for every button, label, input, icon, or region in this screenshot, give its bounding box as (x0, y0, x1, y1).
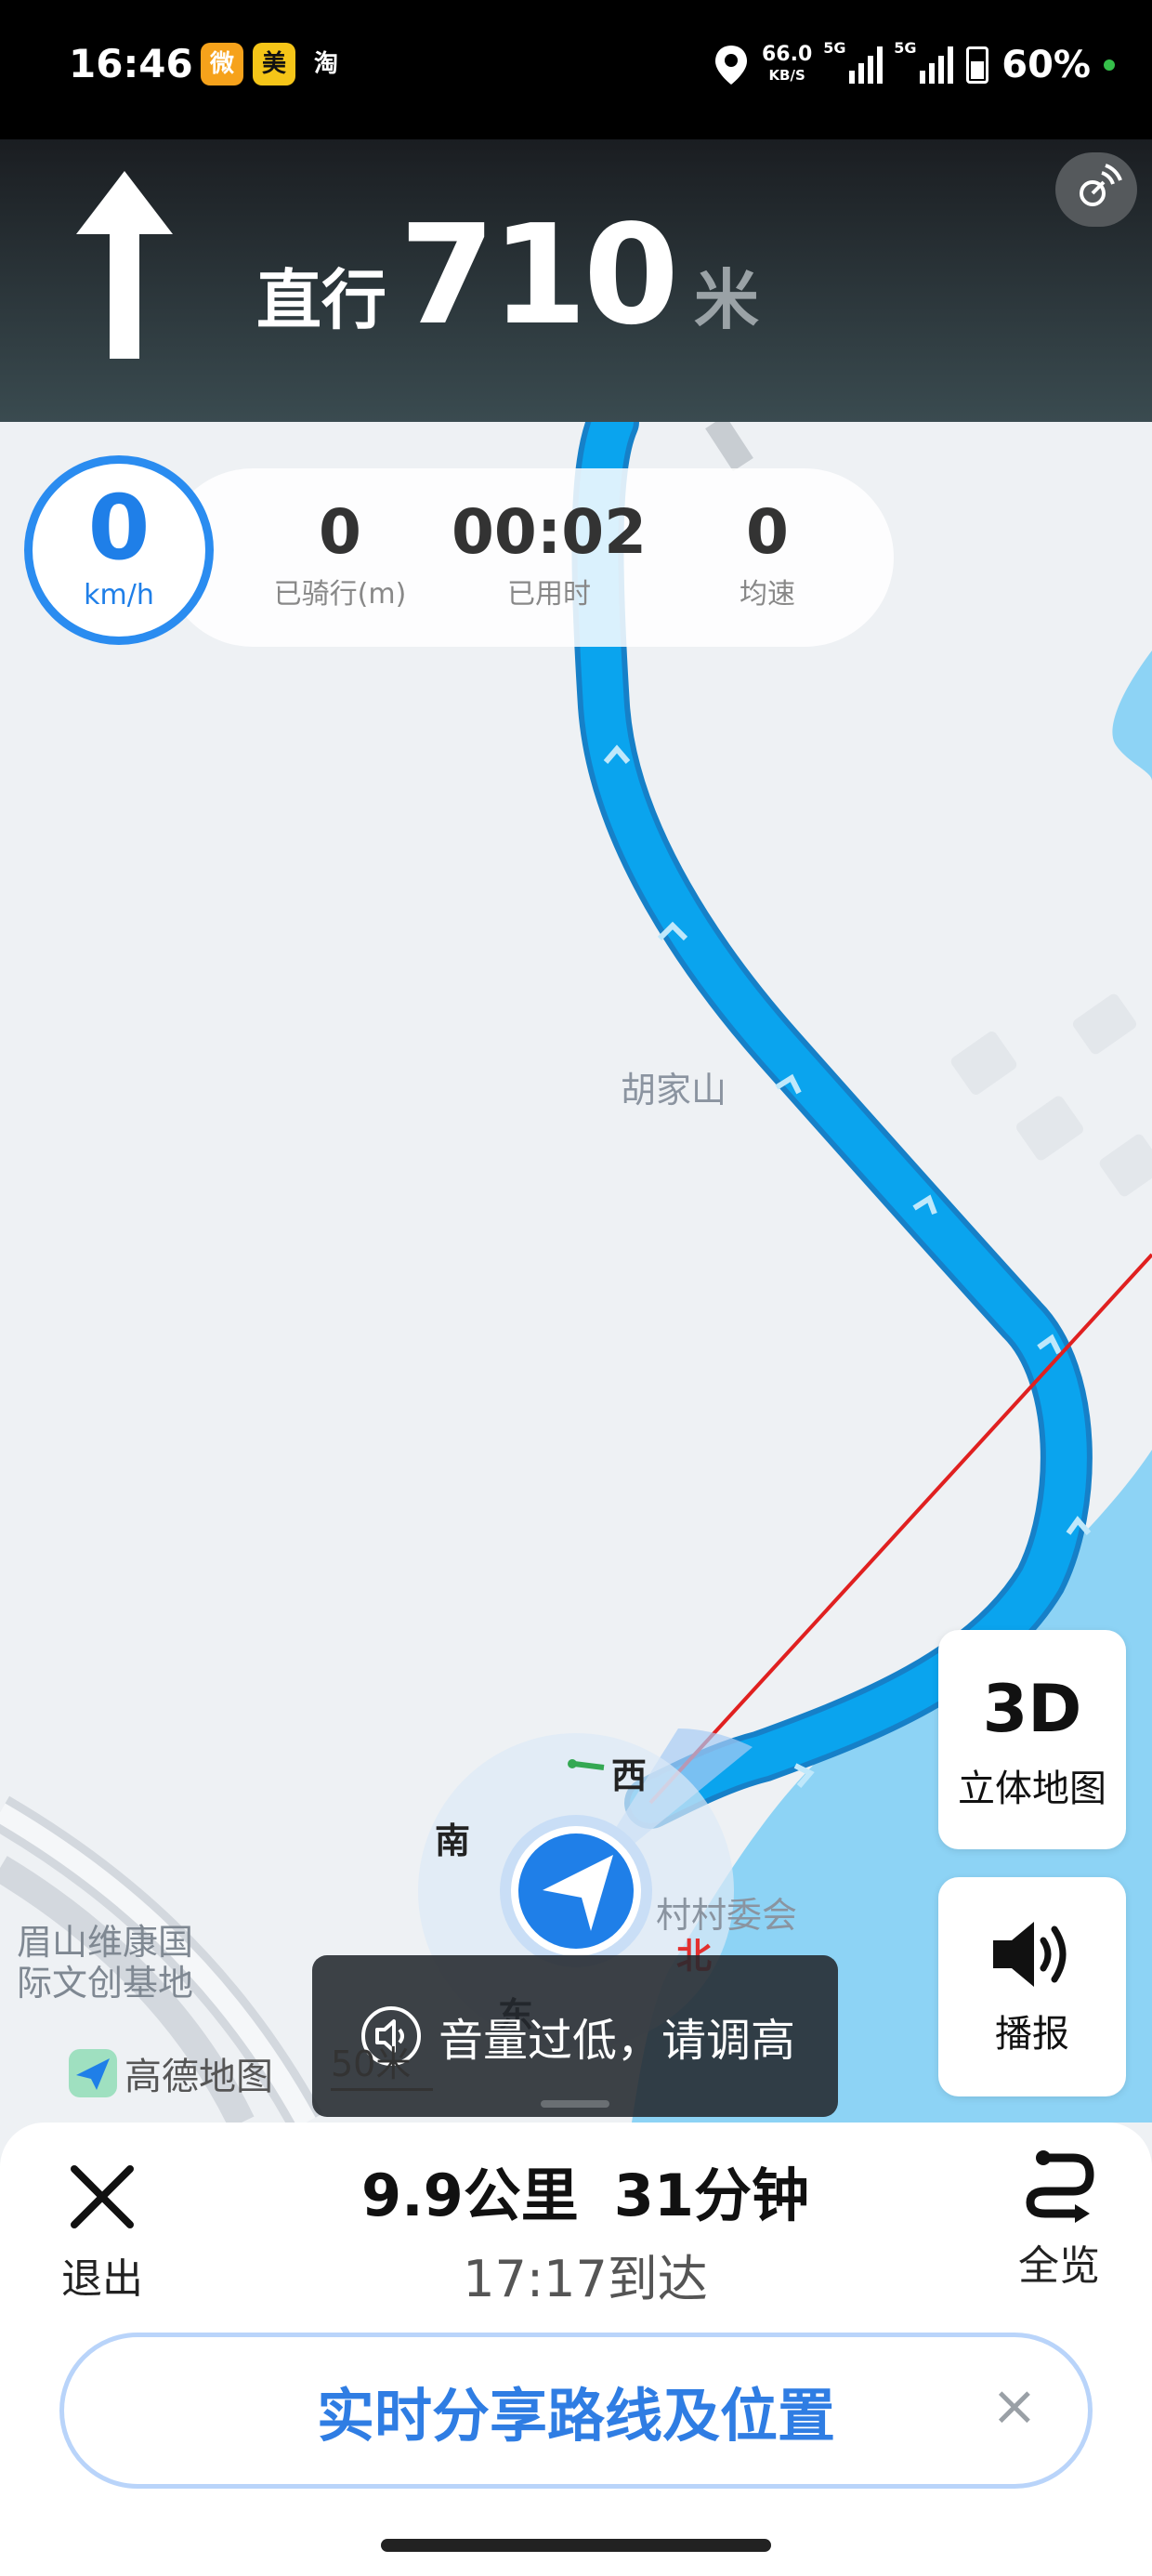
location-icon (714, 46, 747, 85)
satellite-icon (1080, 164, 1122, 206)
speed-gauge: 0 km/h (24, 455, 214, 645)
bottom-panel: 退出 9.9公里 31分钟 17:17到达 全览 实时分享路线及位置 × (0, 2123, 1152, 2576)
network-speed-value: 66.0 (761, 43, 813, 66)
home-indicator[interactable] (381, 2539, 771, 2552)
green-dot (568, 1759, 577, 1768)
signal-icon-2: 5G (894, 39, 954, 84)
instruction-unit: 米 (693, 262, 759, 338)
close-icon (71, 2165, 134, 2228)
charging-dot-icon (1104, 59, 1115, 71)
share-close-icon[interactable]: × (991, 2378, 1038, 2434)
instruction-action: 直行 (256, 262, 386, 338)
water-area-top (1112, 651, 1152, 781)
weibo-icon-glyph: 微 (209, 50, 234, 78)
route-overview-icon (1026, 2150, 1094, 2223)
toast-message: 音量过低，请调高 (439, 2015, 796, 2067)
compass-west: 西 (611, 1755, 648, 1796)
map-view[interactable]: 胡家山 眉山维康国 际文创基地 村村委会 西 南 北 东 (0, 422, 1152, 2123)
3d-map-label: 立体地图 (958, 1768, 1106, 1810)
taobao-icon-glyph: 淘 (313, 50, 338, 78)
stat-elapsed: 00:02 已用时 (452, 496, 647, 611)
map-canvas (0, 422, 1152, 2123)
taobao-icon: 淘 (305, 43, 347, 85)
signal-2-tag: 5G (894, 39, 917, 57)
compass-south: 南 (435, 1820, 471, 1861)
gps-signal-button[interactable] (1055, 152, 1137, 227)
share-route-button[interactable]: 实时分享路线及位置 × (59, 2333, 1093, 2489)
broadcast-button[interactable]: 播报 (938, 1877, 1126, 2096)
amap-logo: 高德地图 (67, 2046, 273, 2100)
exit-button[interactable]: 退出 (46, 2160, 158, 2305)
stat-distance: 0 已骑行(m) (266, 496, 414, 611)
weibo-icon: 微 (201, 43, 243, 85)
overview-button[interactable]: 全览 (1003, 2143, 1115, 2292)
battery-icon (966, 46, 989, 84)
turn-instruction: 直行 710 米 (256, 195, 759, 355)
meituan-icon-glyph: 美 (261, 50, 286, 78)
network-speed: 66.0 KB/S (762, 45, 812, 85)
network-speed-unit: KB/S (768, 67, 805, 84)
3d-label: 3D (982, 1671, 1082, 1747)
exit-label: 退出 (61, 2255, 143, 2303)
map-scale-text: 50米 (331, 2044, 412, 2084)
trip-main: 9.9公里 31分钟 (279, 2149, 892, 2232)
stat-avg-speed-value: 0 (746, 496, 789, 568)
3d-map-button[interactable]: 3D 立体地图 (938, 1630, 1126, 1849)
speaker-icon (993, 1922, 1067, 1987)
poi-label-line1: 眉山维康国 (17, 1922, 194, 1963)
stat-avg-speed: 0 均速 (712, 496, 823, 611)
instruction-distance: 710 (399, 195, 679, 355)
current-speed: 0 (87, 476, 151, 580)
battery-percent: 60% (1001, 44, 1091, 86)
place-label: 胡家山 (621, 1070, 727, 1111)
stat-elapsed-value: 00:02 (452, 496, 648, 568)
arrival-time: 17:17到达 (463, 2250, 708, 2308)
stat-distance-value: 0 (319, 496, 361, 568)
trip-summary: 9.9公里 31分钟 17:17到达 (279, 2149, 892, 2311)
poi-label: 眉山维康国 际文创基地 (17, 1922, 193, 2004)
amap-logo-icon (69, 2049, 117, 2097)
navigation-header: 直行 710 米 (0, 139, 1152, 422)
straight-arrow-icon (76, 171, 173, 359)
amap-logo-text: 高德地图 (124, 2056, 273, 2098)
remaining-time: 31分钟 (613, 2162, 810, 2229)
stat-elapsed-label: 已用时 (507, 578, 591, 611)
status-right: 66.0 KB/S 5G 5G 60% (713, 37, 1115, 93)
scale-bar (331, 2088, 433, 2091)
green-segment (573, 1761, 605, 1770)
speed-unit: km/h (84, 579, 154, 611)
status-bar: 16:46 微 美 淘 66.0 KB/S 5G 5G 60% (0, 0, 1152, 139)
remaining-distance: 9.9公里 (360, 2162, 579, 2229)
poi-label-line2: 际文创基地 (17, 1963, 194, 2004)
signal-1-tag: 5G (823, 39, 846, 57)
meituan-icon: 美 (253, 43, 295, 85)
status-time: 16:46 (69, 41, 193, 86)
trip-stats-card: 0 km/h 0 已骑行(m) 00:02 已用时 0 均速 (24, 455, 894, 647)
stat-distance-label: 已骑行(m) (273, 578, 407, 611)
stat-avg-speed-label: 均速 (740, 578, 795, 611)
overview-label: 全览 (1018, 2242, 1100, 2290)
map-scale: 50米 (331, 2035, 433, 2091)
building-blocks (950, 993, 1152, 1197)
broadcast-label: 播报 (995, 2013, 1069, 2056)
share-route-label: 实时分享路线及位置 (316, 2382, 835, 2450)
signal-icon-1: 5G (823, 39, 884, 84)
toast-handle (541, 2100, 609, 2108)
